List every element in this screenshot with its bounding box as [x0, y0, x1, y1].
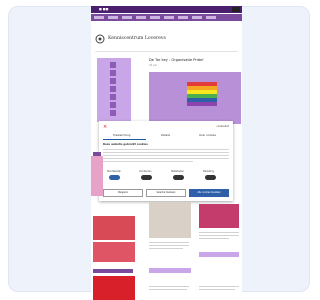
teaser-text-line [149, 242, 189, 243]
teaser-text-line [149, 245, 189, 246]
home-icon[interactable] [110, 62, 116, 68]
flag-stripe [187, 102, 217, 106]
main-navigation [91, 14, 242, 21]
allow-selection-button[interactable]: Selectie toestaan [146, 189, 186, 197]
nav-item[interactable] [164, 16, 174, 19]
top-bar: ■ ■■ [91, 6, 242, 13]
teaser-text-line [199, 238, 229, 239]
deny-button[interactable]: Weigeren [103, 189, 143, 197]
article-thumbnail[interactable] [149, 202, 191, 238]
share-sidebar [97, 58, 131, 122]
dialog-text-line [103, 158, 229, 159]
tab-details[interactable]: Details [161, 134, 170, 137]
side-thumbnail[interactable] [91, 156, 103, 196]
print-icon[interactable] [110, 86, 116, 92]
tab-consent[interactable]: Toestemming [113, 134, 130, 137]
toggle-necessary[interactable] [109, 175, 120, 180]
dialog-text-line [103, 152, 229, 153]
category-label: Voorkeuren [139, 170, 152, 173]
nav-item[interactable] [108, 16, 118, 19]
site-name[interactable]: Kenniscentrum Loverevs [108, 36, 166, 41]
teaser-text-line [199, 232, 239, 233]
category-label: Statistieken [171, 170, 184, 173]
top-search-button[interactable] [232, 7, 240, 12]
share-icon[interactable] [110, 78, 116, 84]
teaser-text-line [199, 289, 235, 290]
top-bar-text: ■ ■■ [99, 7, 109, 11]
nav-item[interactable] [178, 16, 188, 19]
category-label: Noodzakelijk [107, 170, 121, 173]
teaser-text-line [149, 289, 187, 290]
read-more-button[interactable] [149, 268, 191, 273]
article-headline[interactable]: De Tor key - Organisatie Pride! [149, 58, 204, 62]
dialog-text-line [103, 161, 193, 162]
search-icon[interactable] [110, 70, 116, 76]
phone-icon[interactable] [110, 94, 116, 100]
nav-item[interactable] [122, 16, 132, 19]
toggle-preferences[interactable] [141, 175, 152, 180]
dialog-text-line [103, 155, 229, 156]
website-screenshot: ■ ■■ Kenniscentrum Loverevs De Tor key -… [91, 6, 242, 300]
article-thumbnail[interactable] [93, 242, 135, 262]
section-bar [93, 269, 133, 273]
article-thumbnail[interactable] [199, 204, 239, 228]
teaser-text-line [149, 286, 189, 287]
nav-item[interactable] [94, 16, 104, 19]
toggle-statistics[interactable] [173, 175, 184, 180]
tab-about-cookies[interactable]: Over cookies [199, 134, 216, 137]
nav-item[interactable] [136, 16, 146, 19]
cookie-consent-dialog: × cookiebot Toestemming Details Over coo… [99, 121, 233, 201]
category-label: Marketing [203, 170, 214, 173]
mail-icon[interactable] [110, 102, 116, 108]
allow-all-button[interactable]: Alle cookies toestaan [189, 189, 229, 197]
header-divider [95, 51, 238, 52]
active-tab-indicator [103, 139, 146, 140]
nav-item[interactable] [192, 16, 202, 19]
teaser-text-line [149, 248, 183, 249]
article-date: 23 jun [149, 64, 158, 67]
article-thumbnail[interactable] [93, 276, 135, 300]
toggle-marketing[interactable] [205, 175, 216, 180]
dialog-title: Deze website gebruikt cookies [103, 143, 148, 146]
nav-item[interactable] [150, 16, 160, 19]
site-logo-icon[interactable] [95, 34, 105, 44]
cookie-provider-logo: cookiebot [216, 125, 229, 128]
teaser-text-line [199, 286, 239, 287]
nav-item[interactable] [206, 16, 216, 19]
hero-image [149, 72, 241, 124]
close-icon[interactable]: × [103, 125, 107, 130]
read-more-button[interactable] [199, 252, 239, 257]
user-icon[interactable] [110, 110, 116, 116]
article-thumbnail[interactable] [93, 216, 135, 240]
dialog-text-line [103, 149, 229, 150]
teaser-text-line [199, 235, 239, 236]
